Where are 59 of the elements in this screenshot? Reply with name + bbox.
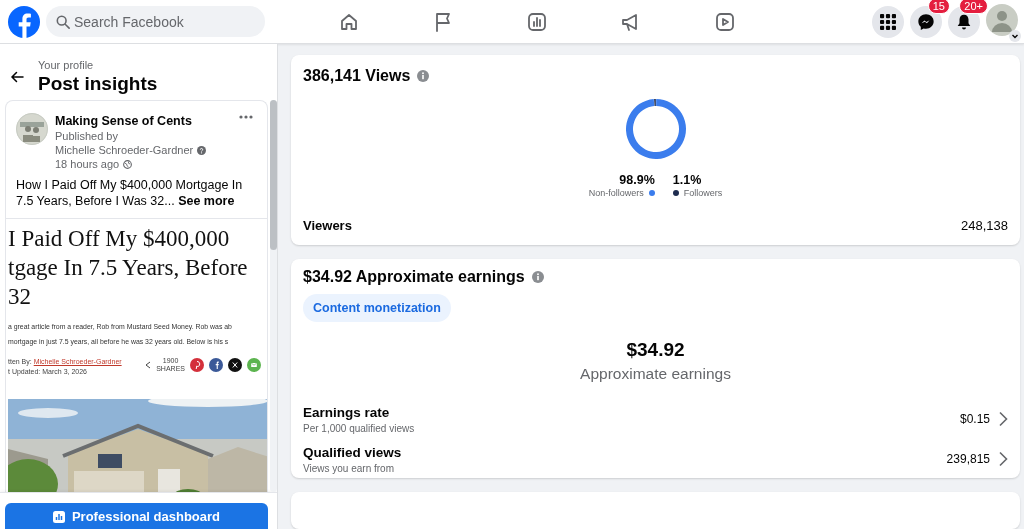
post-text: How I Paid Off My $400,000 Mortgage In 7.5 Years, Before I Was 32... See more [6, 171, 267, 219]
legend-label: Followers [683, 188, 723, 198]
row-label: Earnings rate [303, 404, 391, 420]
post-time[interactable]: 18 hours ago [55, 157, 120, 171]
card-title: $34.92 Approximate earnings [303, 267, 525, 286]
info-icon[interactable] [531, 270, 544, 283]
page-avatar[interactable] [16, 113, 48, 145]
x-share-icon[interactable] [228, 357, 242, 372]
breadcrumb-link[interactable]: Your profile [38, 59, 158, 71]
email-share-icon[interactable] [247, 357, 261, 372]
earnings-label: Approximate earnings [579, 364, 732, 383]
help-icon [197, 145, 207, 155]
row-value: 239,815 [946, 452, 990, 467]
menu-button[interactable] [872, 5, 904, 38]
info-icon[interactable] [417, 70, 430, 82]
row-sublabel: Views you earn from [303, 462, 395, 474]
published-label: Published by [55, 129, 119, 143]
chevron-right-icon[interactable] [998, 411, 1008, 428]
share-icon [145, 360, 152, 369]
article-headline: 32 [8, 283, 32, 311]
more-options-icon[interactable] [239, 115, 253, 119]
percent-label: 1.1% [672, 173, 703, 187]
back-arrow-icon[interactable] [10, 70, 24, 84]
dashboard-button[interactable]: Professional dashboard [5, 503, 268, 529]
chevron-right-icon[interactable] [998, 451, 1008, 468]
viewers-label: Viewers [303, 217, 352, 233]
earnings-amount: $34.92 [625, 338, 686, 361]
row-value: $0.15 [959, 412, 990, 427]
viewers-count: 248,138 [961, 217, 1008, 233]
small-chart-slice [653, 99, 656, 107]
bell-icon [955, 12, 973, 31]
author-name[interactable]: Michelle Schroeder-Gardner [55, 143, 194, 157]
chevron-down-icon[interactable] [1009, 29, 1021, 42]
chart-icon [52, 510, 65, 523]
messenger-icon [917, 12, 935, 31]
row-label: Qualified views [303, 444, 403, 460]
chart-icon[interactable] [526, 10, 548, 33]
notification-badge: 15 [927, 0, 950, 14]
pinterest-icon[interactable] [190, 357, 204, 372]
page-title: Post insights [38, 73, 158, 95]
notification-badge: 20+ [959, 0, 988, 14]
video-icon[interactable] [714, 10, 736, 33]
scrollbar[interactable] [270, 100, 277, 492]
globe-icon [123, 159, 133, 169]
article-headline: tgage In 7.5 Years, Before [8, 254, 249, 282]
facebook-logo[interactable] [8, 5, 40, 38]
row-sublabel: Per 1,000 qualified views [303, 422, 416, 434]
article-headline: I Paid Off My $400,000 [8, 225, 231, 253]
facebook-share-icon[interactable] [209, 357, 223, 372]
legend-label: Non-followers [588, 188, 644, 198]
percent-label: 98.9% [619, 173, 655, 187]
monetization-tag[interactable]: Content monetization [303, 293, 451, 322]
page-name[interactable]: Making Sense of Cents [55, 113, 207, 129]
see-more-link[interactable]: See more [178, 194, 235, 208]
search-field[interactable]: Search Facebook [46, 6, 265, 37]
search-icon [56, 15, 70, 29]
card-title: 386,141 Views [303, 67, 411, 85]
grid-icon [880, 13, 896, 30]
chart-slice [625, 99, 686, 159]
